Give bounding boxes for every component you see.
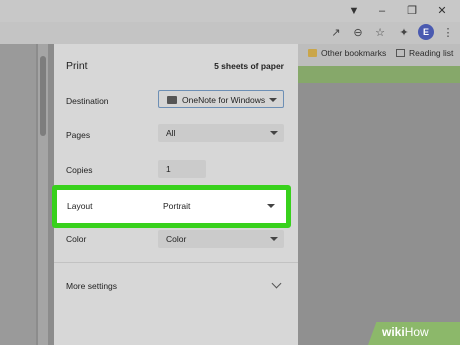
printer-icon: [167, 96, 177, 104]
watermark-part1: wiki: [382, 325, 405, 339]
layout-value: Portrait: [163, 201, 191, 211]
watermark-logo: wikiHow: [382, 325, 429, 339]
zoom-icon[interactable]: ⊖: [350, 25, 366, 41]
copies-input[interactable]: 1: [158, 160, 206, 178]
chevron-down-icon: [270, 131, 278, 135]
sheet-count: 5 sheets of paper: [214, 61, 284, 71]
pages-select[interactable]: All: [158, 124, 284, 142]
reading-list-icon: [396, 49, 405, 57]
minimize-icon[interactable]: –: [374, 3, 390, 19]
folder-icon: [308, 49, 317, 57]
section-divider: [54, 262, 298, 263]
chevron-down-icon: [270, 237, 278, 241]
star-icon[interactable]: ☆: [372, 25, 388, 41]
watermark-part2: How: [404, 325, 429, 339]
color-select[interactable]: Color: [158, 230, 284, 248]
menu-icon[interactable]: ⋮: [440, 25, 456, 41]
more-settings-label[interactable]: More settings: [66, 281, 117, 291]
print-title: Print: [66, 60, 88, 72]
chevron-down-icon[interactable]: [271, 278, 282, 289]
tab-search-icon[interactable]: ▼: [346, 3, 362, 19]
other-bookmarks-label: Other bookmarks: [321, 48, 387, 58]
restore-icon[interactable]: ❐: [404, 3, 420, 19]
color-value: Color: [166, 234, 187, 244]
pages-label: Pages: [66, 130, 91, 140]
color-label: Color: [66, 234, 87, 244]
layout-label: Layout: [67, 201, 93, 211]
title-bar: ▼ – ❐ ✕: [0, 0, 460, 22]
pages-value: All: [166, 128, 176, 138]
open-in-app-icon[interactable]: ↗: [328, 25, 344, 41]
copies-label: Copies: [66, 165, 93, 175]
avatar[interactable]: E: [418, 24, 434, 40]
reading-list-link[interactable]: Reading list: [396, 48, 453, 58]
layout-select[interactable]: Portrait: [155, 197, 281, 215]
reading-list-label: Reading list: [409, 48, 454, 58]
page-header-band: [298, 66, 460, 83]
other-bookmarks-link[interactable]: Other bookmarks: [308, 48, 386, 58]
page-background: [298, 66, 460, 345]
scrollbar-thumb[interactable]: [40, 56, 46, 136]
preview-page: [0, 44, 36, 345]
chevron-down-icon: [269, 98, 277, 102]
layout-row-highlight: Layout Portrait: [52, 185, 291, 228]
browser-toolbar: ↗ ⊖ ☆ ✦ E ⋮: [0, 22, 460, 44]
copies-value: 1: [166, 164, 171, 174]
close-icon[interactable]: ✕: [434, 3, 450, 19]
chevron-down-icon: [267, 204, 275, 208]
destination-label: Destination: [66, 96, 109, 106]
extensions-icon[interactable]: ✦: [396, 25, 412, 41]
destination-value: OneNote for Windows: [182, 95, 266, 105]
destination-select[interactable]: OneNote for Windows: [158, 90, 284, 108]
